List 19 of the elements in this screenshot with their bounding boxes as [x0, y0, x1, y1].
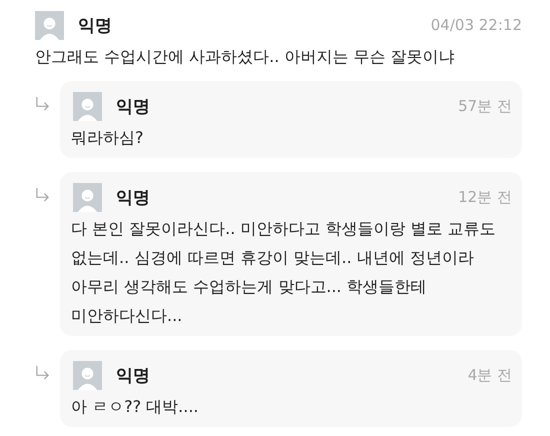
timestamp: 57분 전	[458, 96, 512, 116]
comment-text: 아 ㄹㅇ?? 대박....	[71, 396, 200, 418]
comment-text: 안그래도 수업시간에 사과하셨다.. 아버지는 무슨 잘못이냐	[35, 46, 456, 68]
avatar-icon	[73, 92, 102, 120]
author-name: 익명	[116, 96, 151, 118]
comment-text: 뭐라하심?	[71, 127, 144, 149]
comment-text: 다 본인 잘못이라신다.. 미안하다고 학생들이랑 별로 교류도 없는데.. 심경에 따르면 휴강이 맞는데.. 내년에 정년이라 아무리 생각해도 수업하는게 맞다고... 학생들한테 미안하다신다...	[71, 218, 497, 327]
reply-arrow-icon	[35, 96, 50, 111]
avatar-icon	[35, 10, 64, 40]
reply-arrow-icon	[35, 365, 50, 380]
author-name: 익명	[116, 364, 151, 386]
timestamp: 04/03 22:12	[430, 16, 522, 34]
avatar-icon	[73, 360, 102, 390]
author-name: 익명	[116, 186, 151, 208]
avatar-icon	[73, 182, 102, 212]
timestamp: 4분 전	[468, 366, 512, 384]
reply-arrow-icon	[35, 187, 50, 202]
timestamp: 12분 전	[458, 188, 512, 206]
author-name: 익명	[78, 14, 113, 36]
